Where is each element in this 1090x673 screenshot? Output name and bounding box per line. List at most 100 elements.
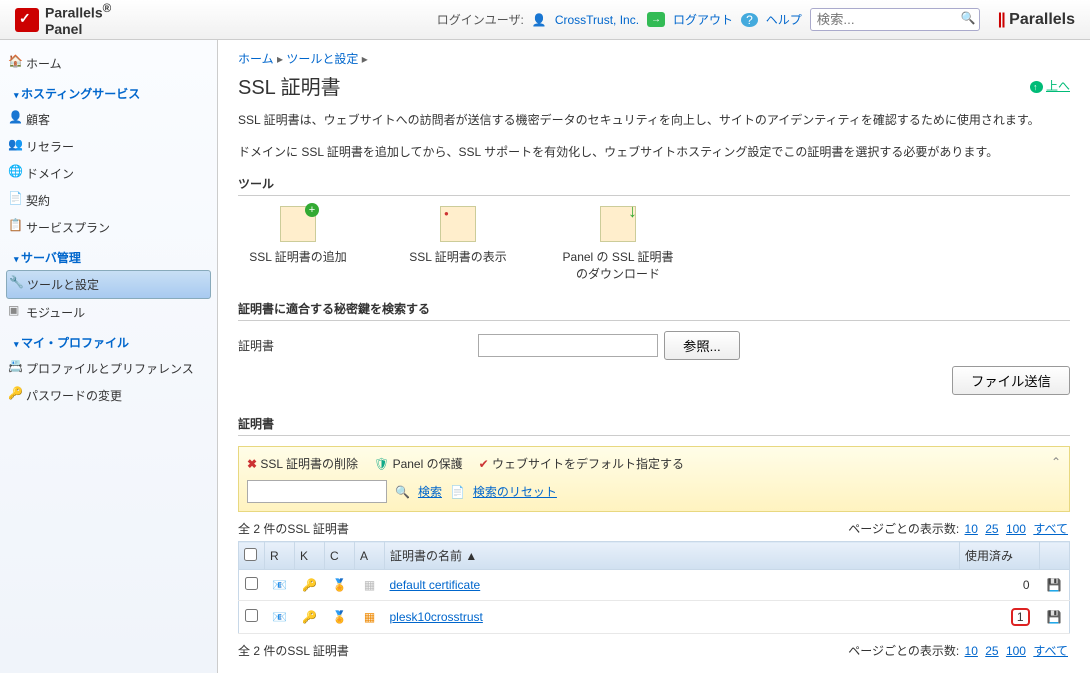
pp-25-b[interactable]: 25 [985, 644, 998, 658]
pager-top: ページごとの表示数: 10 25 100 すべて [848, 520, 1070, 537]
a-icon: ▦ [364, 610, 375, 624]
col-c[interactable]: C [325, 542, 355, 570]
used-count: 1 [960, 601, 1040, 634]
sidebar-item-domains[interactable]: 🌐ドメイン [0, 160, 217, 187]
download-icon[interactable]: 💾 [1047, 610, 1062, 624]
logo-icon [15, 8, 39, 32]
plans-icon: 📋 [8, 218, 24, 234]
pager-bottom: ページごとの表示数: 10 25 100 すべて [848, 642, 1070, 659]
tool-download-label: Panel の SSL 証明書のダウンロード [558, 248, 678, 282]
modules-icon: ▣ [8, 303, 24, 319]
per-page-label-b: ページごとの表示数: [848, 644, 959, 658]
certs-heading: 証明書 [238, 415, 1070, 436]
cert-count: 全 2 件のSSL 証明書 [238, 520, 349, 537]
sidebar-group-hosting[interactable]: ホスティングサービス [0, 77, 217, 106]
logout-icon: → [647, 12, 665, 27]
domains-icon: 🌐 [8, 164, 24, 180]
col-k[interactable]: K [295, 542, 325, 570]
desc-1: SSL 証明書は、ウェブサイトへの訪問者が送信する機密データのセキュリティを向上… [238, 110, 1070, 132]
sidebar-group-profile[interactable]: マイ・プロファイル [0, 326, 217, 355]
search-icon-small: 🔍 [395, 485, 410, 499]
help-icon: ? [741, 13, 758, 27]
per-page-label: ページごとの表示数: [848, 522, 959, 536]
resellers-icon: 👥 [8, 137, 24, 153]
file-submit-button[interactable]: ファイル送信 [952, 366, 1070, 395]
r-icon: 📧 [272, 578, 287, 592]
crumb-home[interactable]: ホーム [238, 52, 274, 66]
tools-heading: ツール [238, 175, 1070, 196]
logout-link[interactable]: ログアウト [673, 11, 733, 28]
content: ホーム ▸ ツールと設定 ▸ SSL 証明書 上へ SSL 証明書は、ウェブサイ… [218, 40, 1090, 673]
sidebar-item-resellers[interactable]: 👥リセラー [0, 133, 217, 160]
cert-count-bottom: 全 2 件のSSL 証明書 [238, 642, 349, 659]
c-icon: 🏅 [332, 578, 347, 592]
crumb-tools[interactable]: ツールと設定 [286, 52, 358, 66]
k-icon: 🔑 [302, 578, 317, 592]
pp-100[interactable]: 100 [1006, 522, 1026, 536]
sidebar-item-customers[interactable]: 👤顧客 [0, 106, 217, 133]
cert-file-input[interactable] [478, 334, 658, 357]
certs-toolbar: ⌃ ✖ SSL 証明書の削除 🛡 Panel の保護 ✔ ウェブサイトをデフォル… [238, 446, 1070, 512]
pp-all-b[interactable]: すべて [1033, 644, 1068, 658]
a-icon: ▦ [364, 578, 375, 592]
pp-25[interactable]: 25 [985, 522, 998, 536]
up-link[interactable]: 上へ [1030, 77, 1070, 94]
table-row: 📧 🔑 🏅 ▦ default certificate 0 💾 [239, 570, 1070, 601]
cert-file-label: 証明書 [238, 337, 478, 354]
col-used[interactable]: 使用済み [960, 542, 1040, 570]
col-name[interactable]: 証明書の名前 ▲ [385, 542, 960, 570]
pp-100-b[interactable]: 100 [1006, 644, 1026, 658]
page-title: SSL 証明書 [238, 71, 341, 100]
search-icon[interactable]: 🔍 [961, 11, 976, 25]
col-r[interactable]: R [265, 542, 295, 570]
search-input[interactable] [810, 8, 980, 31]
collapse-icon[interactable]: ⌃ [1051, 455, 1061, 469]
select-all-checkbox[interactable] [244, 548, 257, 561]
sidebar-item-modules[interactable]: ▣モジュール [0, 299, 217, 326]
sidebar-item-plans[interactable]: 📋サービスプラン [0, 214, 217, 241]
sidebar-item-home[interactable]: 🏠ホーム [0, 50, 217, 77]
cert-search-link[interactable]: 検索 [418, 483, 442, 500]
find-key-heading: 証明書に適合する秘密鍵を検索する [238, 300, 1070, 321]
download-icon[interactable]: 💾 [1047, 578, 1062, 592]
certs-table: R K C A 証明書の名前 ▲ 使用済み 📧 🔑 🏅 ▦ default ce… [238, 541, 1070, 634]
shield-icon: 🛡 [374, 457, 389, 471]
delete-cert-action[interactable]: ✖ SSL 証明書の削除 [247, 455, 358, 472]
row-checkbox[interactable] [245, 577, 258, 590]
header-bar: Parallels®Panel ログインユーザ: 👤 CrossTrust, I… [0, 0, 1090, 40]
cert-add-icon [280, 206, 316, 242]
cert-search-input[interactable] [247, 480, 387, 503]
row-checkbox[interactable] [245, 609, 258, 622]
protect-panel-action[interactable]: 🛡 Panel の保護 [374, 455, 463, 472]
contracts-icon: 📄 [8, 191, 24, 207]
sidebar-item-prefs[interactable]: 📇プロファイルとプリファレンス [0, 355, 217, 382]
tool-view-cert[interactable]: SSL 証明書の表示 [398, 206, 518, 282]
sidebar-item-tools[interactable]: 🔧ツールと設定 [6, 270, 211, 299]
logo[interactable]: Parallels®Panel [15, 2, 111, 37]
r-icon: 📧 [272, 610, 287, 624]
home-icon: 🏠 [8, 54, 24, 70]
help-link[interactable]: ヘルプ [766, 11, 802, 28]
user-link[interactable]: CrossTrust, Inc. [555, 13, 639, 27]
tool-add-cert[interactable]: SSL 証明書の追加 [238, 206, 358, 282]
reset-search-link[interactable]: 検索のリセット [473, 483, 557, 500]
cert-name-link[interactable]: plesk10crosstrust [390, 610, 483, 624]
browse-button[interactable]: 参照... [664, 331, 740, 360]
cert-download-icon [600, 206, 636, 242]
pp-10[interactable]: 10 [965, 522, 978, 536]
tool-download-cert[interactable]: Panel の SSL 証明書のダウンロード [558, 206, 678, 282]
c-icon: 🏅 [332, 610, 347, 624]
customers-icon: 👤 [8, 110, 24, 126]
set-default-action[interactable]: ✔ ウェブサイトをデフォルト指定する [479, 455, 684, 472]
brand-name: Parallels [45, 5, 103, 21]
sidebar-item-password[interactable]: 🔑パスワードの変更 [0, 382, 217, 409]
cert-name-link[interactable]: default certificate [390, 578, 481, 592]
sidebar-item-contracts[interactable]: 📄契約 [0, 187, 217, 214]
sidebar-group-server[interactable]: サーバ管理 [0, 241, 217, 270]
pp-10-b[interactable]: 10 [965, 644, 978, 658]
breadcrumb: ホーム ▸ ツールと設定 ▸ [238, 50, 1070, 67]
pp-all[interactable]: すべて [1033, 522, 1068, 536]
col-a[interactable]: A [355, 542, 385, 570]
tools-icon: 🔧 [9, 275, 25, 291]
sidebar: 🏠ホーム ホスティングサービス 👤顧客 👥リセラー 🌐ドメイン 📄契約 📋サービ… [0, 40, 218, 673]
